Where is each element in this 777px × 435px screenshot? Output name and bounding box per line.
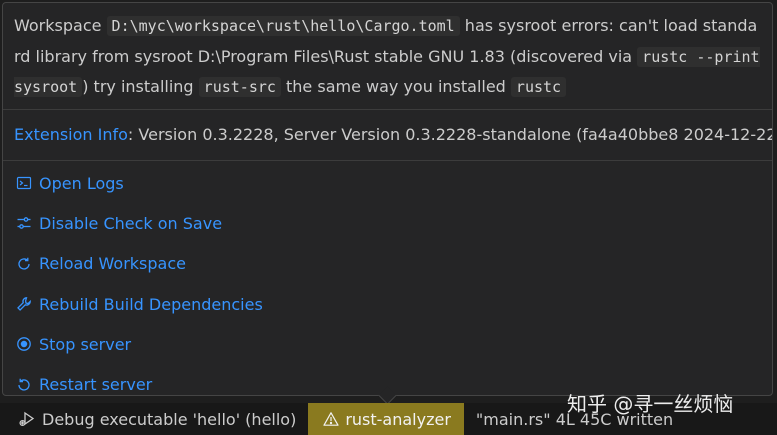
disable-check-on-save-link[interactable]: Disable Check on Save (3, 203, 772, 243)
terminal-icon (15, 174, 33, 192)
rebuild-build-dependencies-label: Rebuild Build Dependencies (39, 294, 263, 314)
extension-info-text: : Version 0.3.2228, Server Version 0.3.2… (127, 125, 772, 144)
extension-info: Extension Info: Version 0.3.2228, Server… (3, 110, 772, 160)
rust-analyzer-status-item[interactable]: rust-analyzer (308, 403, 464, 435)
message-text-4: the same way you installed (280, 77, 511, 96)
stop-server-label: Stop server (39, 334, 132, 354)
debug-status-label: Debug executable 'hello' (hello) (42, 409, 297, 429)
reload-workspace-link[interactable]: Reload Workspace (3, 244, 772, 284)
restart-server-label: Restart server (39, 375, 153, 395)
debug-run-icon (18, 410, 36, 428)
code-cargo-path: D:\myc\workspace\rust\hello\Cargo.toml (106, 16, 460, 36)
message-text-1: Workspace (14, 16, 107, 35)
code-rust-src: rust-src (198, 77, 281, 97)
debug-status-item[interactable]: Debug executable 'hello' (hello) (0, 403, 308, 435)
wrench-icon (15, 295, 33, 313)
warning-icon (323, 411, 339, 427)
code-rustc: rustc (510, 77, 567, 97)
action-list: Open Logs Disable Check on Save Reload W… (3, 161, 772, 395)
refresh-icon (15, 255, 33, 273)
open-logs-label: Open Logs (39, 173, 124, 193)
stop-circle-icon (15, 335, 33, 353)
rebuild-build-dependencies-link[interactable]: Rebuild Build Dependencies (3, 284, 772, 324)
hover-card: Workspace D:\myc\workspace\rust\hello\Ca… (2, 2, 773, 396)
watermark: 知乎 @寻一丝烦恼 (567, 392, 734, 416)
hover-message: Workspace D:\myc\workspace\rust\hello\Ca… (3, 3, 772, 109)
extension-info-link[interactable]: Extension Info (14, 125, 128, 144)
open-logs-link[interactable]: Open Logs (3, 163, 772, 203)
disable-check-on-save-label: Disable Check on Save (39, 213, 223, 233)
message-text-3: ) try installing (82, 77, 199, 96)
reload-workspace-label: Reload Workspace (39, 254, 186, 274)
settings-sliders-icon (15, 214, 33, 232)
stop-server-link[interactable]: Stop server (3, 324, 772, 364)
restart-icon (15, 376, 33, 394)
rust-analyzer-label: rust-analyzer (345, 409, 451, 429)
